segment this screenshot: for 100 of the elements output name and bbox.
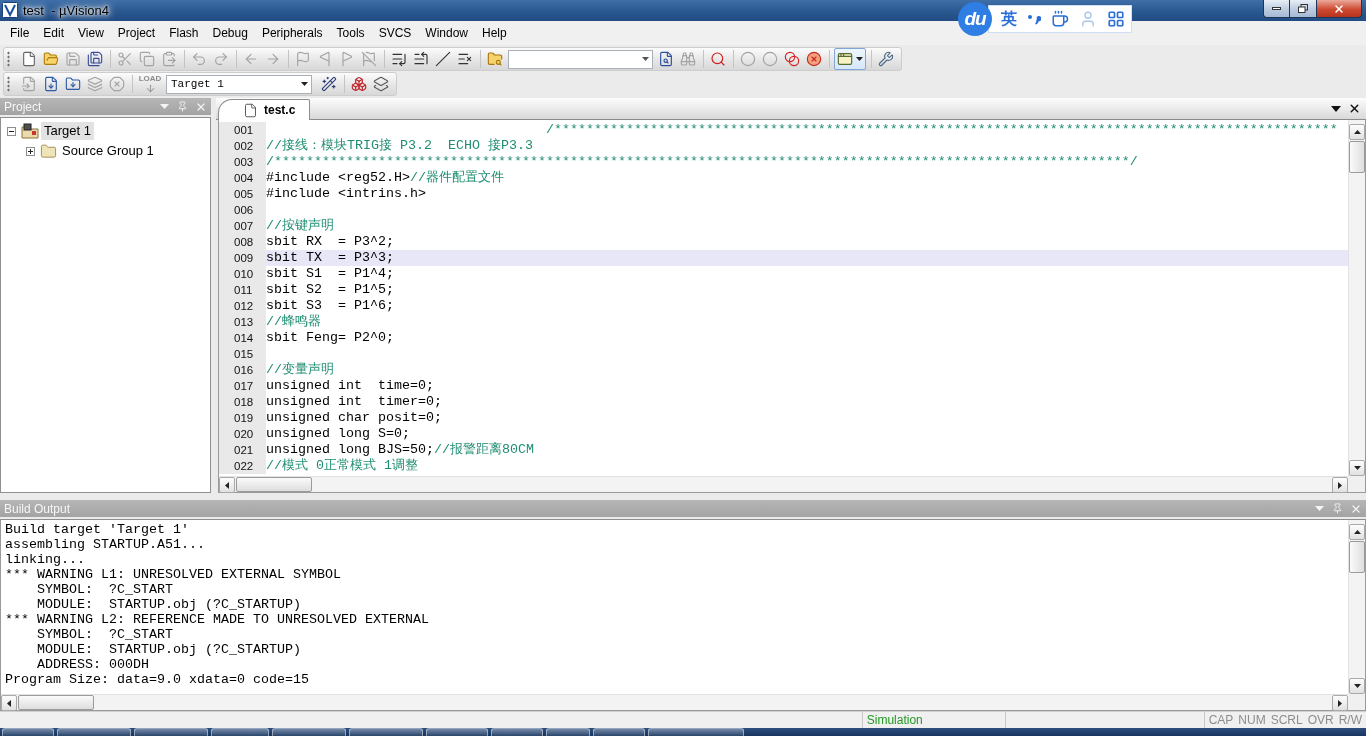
output-line: *** WARNING L2: REFERENCE MADE TO UNRESOLVED EXTERNAL [5,612,430,627]
output-line: MODULE: STARTUP.obj (?C_STARTUP) [36,642,302,657]
menu-item[interactable]: Flash [162,23,206,43]
close-icon[interactable] [1348,102,1361,115]
code-comment: //模式 0正常模式 1调整 [266,458,418,474]
scrollbar-thumb[interactable] [1349,541,1365,573]
code-comment: //接线：模块TRIG接 P3.2 ECHO 接P3.3 [266,138,533,154]
minus-box-icon[interactable] [7,126,16,136]
status-indicator: R/W [1338,712,1362,728]
caret-down-icon [641,57,649,61]
scrollbar-thumb[interactable] [236,477,312,492]
file-tab[interactable]: test.c [218,99,311,120]
status-mode: Simulation [866,712,923,728]
output-line: assembling STARTUP.A51... [5,537,206,552]
output-line: SYMBOL: ?C_START [36,627,174,642]
line-number: 021 [219,442,266,458]
scroll-up-button[interactable] [1349,524,1365,540]
taskbar-button[interactable] [491,728,543,736]
output-line: Program Size: data=9.0 xdata=0 code=15 [5,672,310,687]
layout-dropdown-button[interactable] [834,48,866,70]
menu-item[interactable]: Help [475,23,514,43]
scroll-left-button[interactable] [1,695,17,711]
tree-item[interactable]: Target 1 [41,122,94,140]
plus-box-icon[interactable] [26,146,35,156]
taskbar-button[interactable] [2,728,54,736]
code-text: sbit RX = P3^2; [266,234,394,250]
scroll-right-button[interactable] [1332,477,1348,493]
line-number: 018 [219,394,266,410]
menu-item[interactable]: View [71,23,111,43]
folder-chip-icon [21,123,39,139]
taskbar-button[interactable] [211,728,269,736]
scroll-up-button[interactable] [1349,124,1365,140]
cup-icon[interactable] [1051,10,1069,28]
output-line: Build target 'Target 1' [5,522,190,537]
line-number: 004 [219,170,266,186]
triangle-down-icon [1353,684,1361,688]
scrollbar-thumb[interactable] [18,695,94,710]
horizontal-scrollbar[interactable] [219,476,1348,492]
vertical-scrollbar[interactable] [1348,120,1365,476]
panel-title: Project [4,99,42,114]
scrollbar-thumb[interactable] [1349,141,1365,173]
taskbar-button[interactable] [546,728,590,736]
punctuation-icon[interactable] [1027,13,1041,25]
triangle-right-icon [1338,699,1342,707]
status-indicator: CAP [1208,712,1234,728]
code-comment: /************************************************************************************************** [544,122,1338,138]
scroll-right-button[interactable] [1332,695,1348,711]
target-select[interactable]: Target 1 [166,74,312,94]
menu-item[interactable]: File [3,23,37,43]
horizontal-scrollbar[interactable] [1,694,1348,710]
code-text: #include <intrins.h> [266,186,426,202]
scroll-down-button[interactable] [1349,460,1365,476]
line-number: 003 [219,154,266,170]
taskbar-button[interactable] [426,728,488,736]
window-title: test - µVision4 [23,3,109,18]
taskbar-button[interactable] [349,728,423,736]
output-line: *** WARNING L1: UNRESOLVED EXTERNAL SYMBOL [5,567,342,582]
output-line: ADDRESS: 000DH [36,657,150,672]
scroll-left-button[interactable] [219,477,235,493]
menu-item[interactable]: SVCS [371,23,419,43]
vertical-scrollbar[interactable] [1348,520,1365,694]
output-line: MODULE: STARTUP.obj (?C_STARTUP) [36,597,302,612]
taskbar-button[interactable] [134,728,208,736]
menu-item[interactable]: Peripherals [254,23,330,43]
menu-item[interactable]: Tools [329,23,372,43]
line-number: 019 [219,410,266,426]
line-number: 007 [219,218,266,234]
line-number: 005 [219,186,266,202]
panel-title: Build Output [4,501,71,516]
triangle-up-icon [1353,130,1361,134]
restore-button[interactable] [1289,0,1317,18]
scroll-down-button[interactable] [1349,678,1365,694]
taskbar-button[interactable] [272,728,346,736]
line-number: 011 [219,282,266,298]
code-text: #include <reg52.H> [266,170,410,186]
code-comment: /***********************************************************************************************************/ [266,154,1138,170]
output-line: linking... [5,552,86,567]
code-text: sbit S3 = P1^6; [266,298,394,314]
caret-down-icon [300,82,308,86]
ime-mode-button[interactable]: 英 [1001,8,1017,30]
status-indicator: OVR [1307,712,1334,728]
menu-item[interactable]: Project [110,23,163,43]
menu-item[interactable]: Edit [36,23,72,43]
close-button[interactable] [1316,0,1362,18]
menu-item[interactable]: Debug [205,23,255,43]
taskbar-button[interactable] [57,728,131,736]
code-comment: //变量声明 [266,362,334,378]
grid-icon[interactable] [1107,10,1125,28]
tree-item[interactable]: Source Group 1 [59,142,157,160]
menu-item[interactable]: Window [418,23,475,43]
minimize-button[interactable] [1263,0,1290,18]
taskbar-button[interactable] [648,728,744,736]
line-number: 015 [219,346,266,362]
line-number: 002 [219,138,266,154]
code-text: unsigned char posit=0; [266,410,442,426]
code-text: sbit TX = P3^3; [266,250,394,266]
line-number: 006 [219,202,266,218]
taskbar-button[interactable] [593,728,645,736]
line-number: 012 [219,298,266,314]
code-text: unsigned long S=0; [266,426,410,442]
